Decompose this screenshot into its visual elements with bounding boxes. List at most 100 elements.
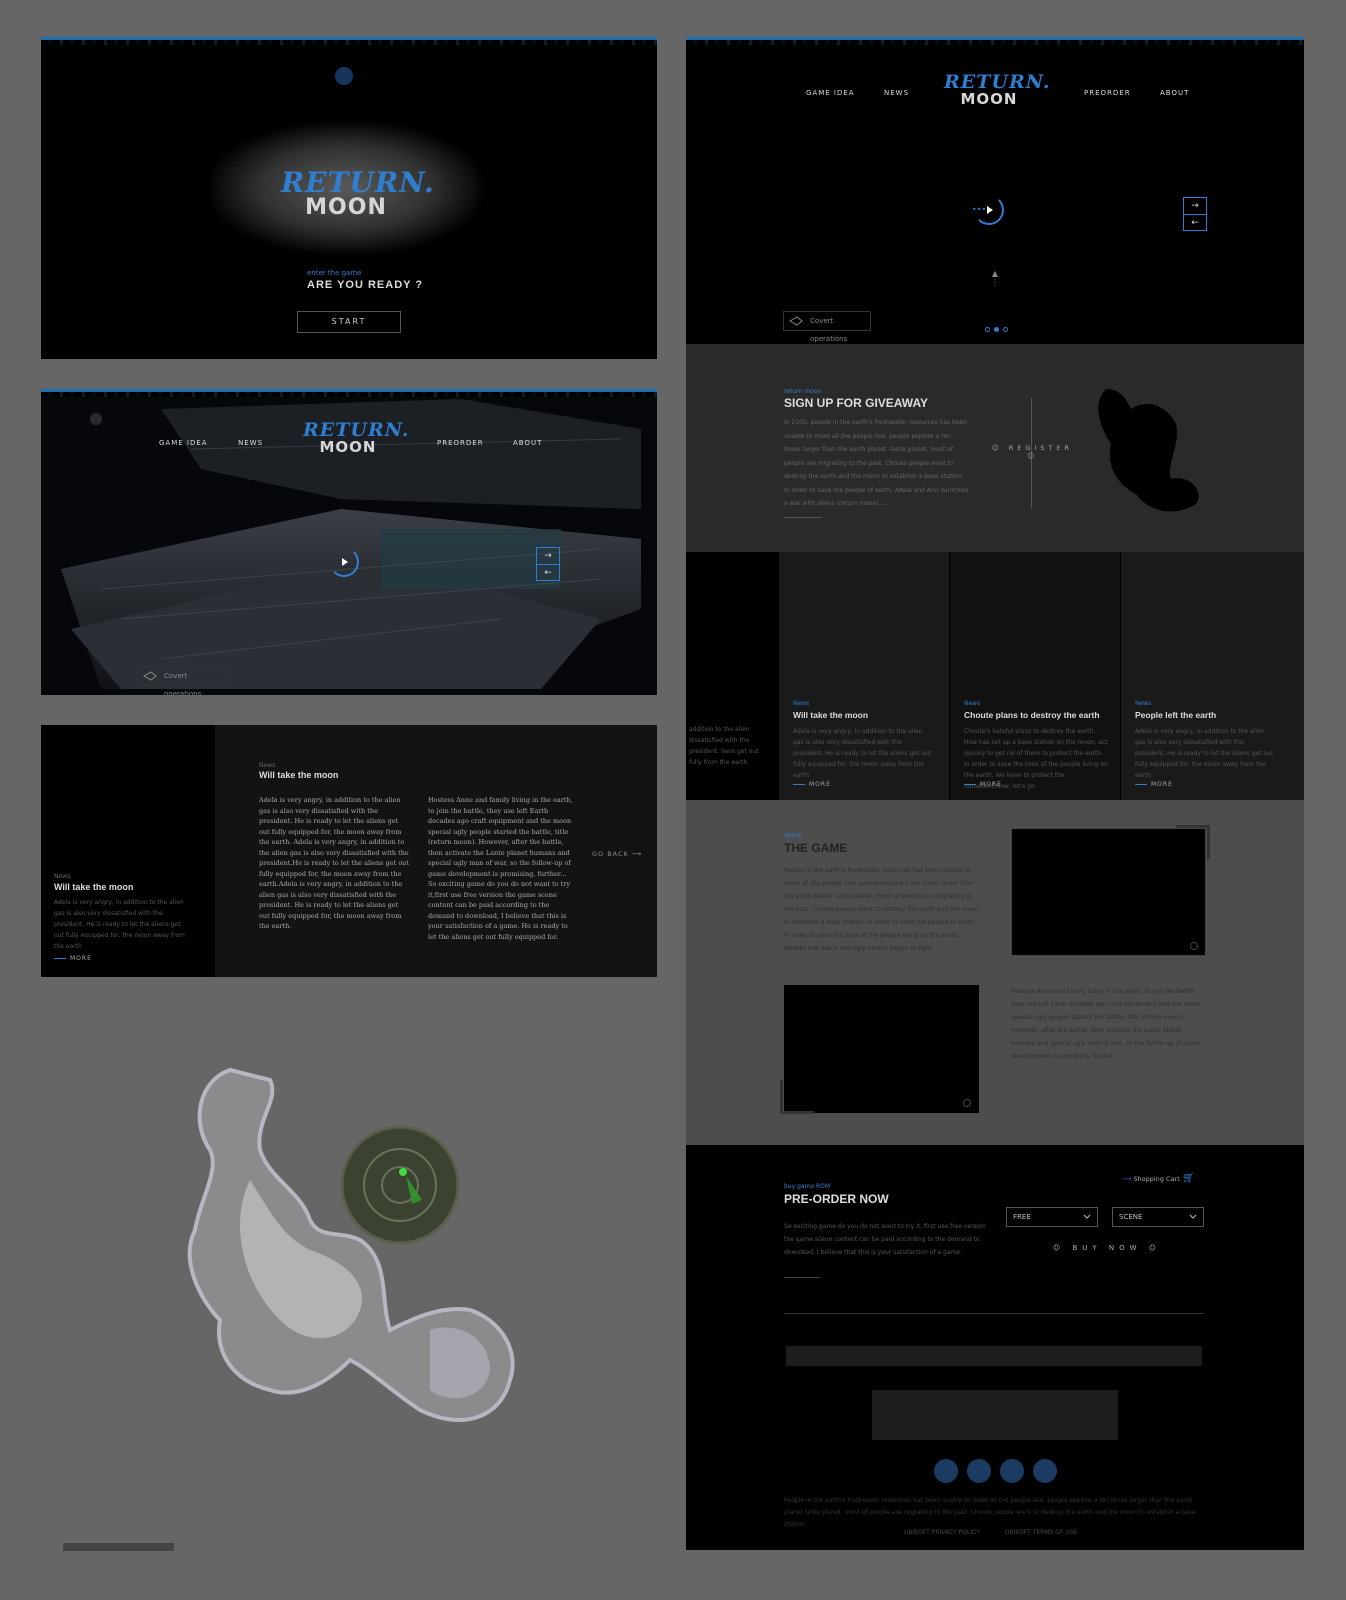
buy-now-button[interactable]: ☺ BUY NOW ☺ [1046, 1244, 1168, 1252]
scroll-indicator [63, 1543, 174, 1551]
article-column-2: Hostess Anne and family living in the ea… [428, 796, 573, 941]
slide-arrows[interactable]: → ← [1183, 197, 1207, 231]
scroll-down-icon[interactable]: ▲ ⋮ [991, 269, 999, 297]
news-section: addition to the alien dissatisfied with … [686, 552, 1304, 800]
frame-accent [780, 1080, 814, 1114]
news-tag: News [793, 700, 810, 707]
covert-operations-button[interactable]: Covert operations [783, 311, 871, 343]
news-tag: News [54, 873, 71, 880]
covert-operations-button[interactable]: Covert operations [137, 666, 225, 695]
search-icon[interactable] [963, 1099, 971, 1107]
news-card[interactable]: News People left the earth Adela is very… [1121, 552, 1304, 800]
chevron-down-icon [1083, 1214, 1091, 1219]
social-icon[interactable] [967, 1459, 991, 1483]
go-back-link[interactable]: GO BACK ⟶ [592, 850, 642, 858]
shopping-cart-link[interactable]: ⟶ Shopping Cart 🛒︎ [1122, 1173, 1195, 1184]
arrow-right-icon[interactable]: → [537, 548, 559, 565]
about-text-1: People in the earth's freshwater resourc… [784, 867, 979, 952]
article-title: Will take the moon [259, 770, 339, 780]
nav-preorder[interactable]: PREORDER [1084, 89, 1131, 97]
logo-line2: MOON [305, 195, 387, 220]
news-text: Adela is very angry, in addition to the … [793, 728, 932, 779]
sidebar-text: Adela is very angry, in addition to the … [54, 899, 185, 950]
logo-line2: MOON [319, 438, 377, 456]
start-button[interactable]: START [297, 311, 401, 333]
giveaway-title: SIGN UP FOR GIVEAWAY [784, 396, 929, 410]
map-silhouette-image [1098, 389, 1199, 512]
news-card[interactable]: News Will take the moon Adela is very an… [779, 552, 949, 800]
play-button[interactable] [329, 547, 359, 577]
giveaway-underline [784, 517, 822, 518]
search-icon[interactable] [1190, 942, 1198, 950]
arrow-right-icon[interactable]: → [1184, 198, 1206, 215]
version-select[interactable]: FREE [1006, 1207, 1098, 1227]
nav-game-idea[interactable]: GAME IDEA [806, 89, 855, 97]
arrow-left-icon[interactable]: ← [1184, 215, 1206, 232]
frame-accent [1176, 825, 1210, 859]
nav-about[interactable]: ABOUT [513, 439, 542, 447]
preorder-kicker: buy game ROM [784, 1183, 831, 1190]
news-title: People left the earth [1135, 710, 1217, 720]
news-card-partial: addition to the alien dissatisfied with … [686, 552, 778, 800]
nav-preorder[interactable]: PREORDER [437, 439, 484, 447]
news-text: Adela is very angry, in addition to the … [1135, 728, 1274, 779]
nav-news[interactable]: NEWS [238, 439, 263, 447]
about-title: THE GAME [784, 841, 848, 855]
preorder-text: So exciting game do you do not want to t… [784, 1223, 986, 1256]
intro-logo: RETURN. MOON [281, 166, 435, 220]
nav-game-idea[interactable]: GAME IDEA [159, 439, 208, 447]
chevron-down-icon [1189, 1214, 1197, 1219]
preorder-underline [784, 1277, 820, 1278]
torn-edge [686, 37, 1304, 45]
footer-block [872, 1390, 1118, 1440]
play-icon [987, 206, 993, 214]
cart-icon: 🛒︎ [1181, 1173, 1195, 1184]
header-logo[interactable]: RETURN. MOON [944, 73, 1050, 107]
social-icon[interactable] [934, 1459, 958, 1483]
slide-arrows[interactable]: → ← [536, 547, 560, 581]
footer-bar [786, 1346, 1202, 1366]
hero-logo[interactable]: RETURN. MOON [303, 421, 409, 456]
logo-line1: RETURN. [281, 166, 435, 199]
sidebar-more-link[interactable]: MORE [54, 955, 92, 962]
news-more-link[interactable]: MORE [793, 781, 831, 788]
news-partial-text: addition to the alien dissatisfied with … [689, 726, 759, 766]
news-more-link[interactable]: MORE [1135, 781, 1173, 788]
giveaway-kicker: return moon [784, 388, 822, 395]
news-tag: News [1135, 700, 1152, 707]
article-column-1: Adela is very angry, in addition to the … [259, 796, 409, 930]
arrow-left-icon[interactable]: ← [537, 565, 559, 582]
landing-page: GAME IDEA NEWS RETURN. MOON PREORDER ABO… [686, 37, 1304, 1550]
privacy-link[interactable]: UBISOFT PRIVACY POLICY [904, 1529, 980, 1536]
world-map-image [187, 1067, 515, 1422]
nav-about[interactable]: ABOUT [1160, 89, 1189, 97]
covert-label: Covert operations [164, 672, 202, 695]
covert-label: Covert operations [810, 317, 848, 343]
dots-indicator: ••• [972, 205, 987, 214]
terms-link[interactable]: UBISOFT TERMS OF USE [1005, 1529, 1077, 1536]
intro-heading: ARE YOU READY ? [307, 279, 424, 291]
ship-icon [789, 316, 803, 326]
ship-icon [143, 671, 157, 681]
nav-news[interactable]: NEWS [884, 89, 909, 97]
news-tag: News [964, 700, 981, 707]
preorder-title: PRE-ORDER NOW [784, 1192, 889, 1206]
social-links [934, 1459, 1057, 1483]
news-card[interactable]: News Choute plans to destroy the earth C… [950, 552, 1120, 800]
news-title: Will take the moon [793, 710, 869, 720]
register-button[interactable]: ☺ REGISTER ☺ [985, 444, 1080, 460]
news-title: Choute plans to destroy the earth [964, 710, 1100, 720]
footer-text: People in the earth's freshwater resourc… [784, 1497, 1196, 1528]
article-sidebar: News Will take the moon Adela is very an… [41, 725, 215, 977]
preorder-section: buy game ROM PRE-ORDER NOW So exciting g… [686, 1145, 1304, 1550]
news-more-link[interactable]: MORE [964, 781, 1002, 788]
about-kicker: about [784, 832, 802, 839]
social-icon[interactable] [1000, 1459, 1024, 1483]
about-section: about THE GAME People in the earth's fre… [686, 800, 1304, 1145]
about-text-2: Hostess Anne and family living in the ea… [1011, 988, 1201, 1060]
torn-edge [41, 37, 657, 45]
social-icon[interactable] [1033, 1459, 1057, 1483]
slide-dots[interactable] [985, 327, 1008, 332]
scene-select[interactable]: SCENE [1112, 1207, 1204, 1227]
sidebar-title: Will take the moon [54, 882, 134, 892]
